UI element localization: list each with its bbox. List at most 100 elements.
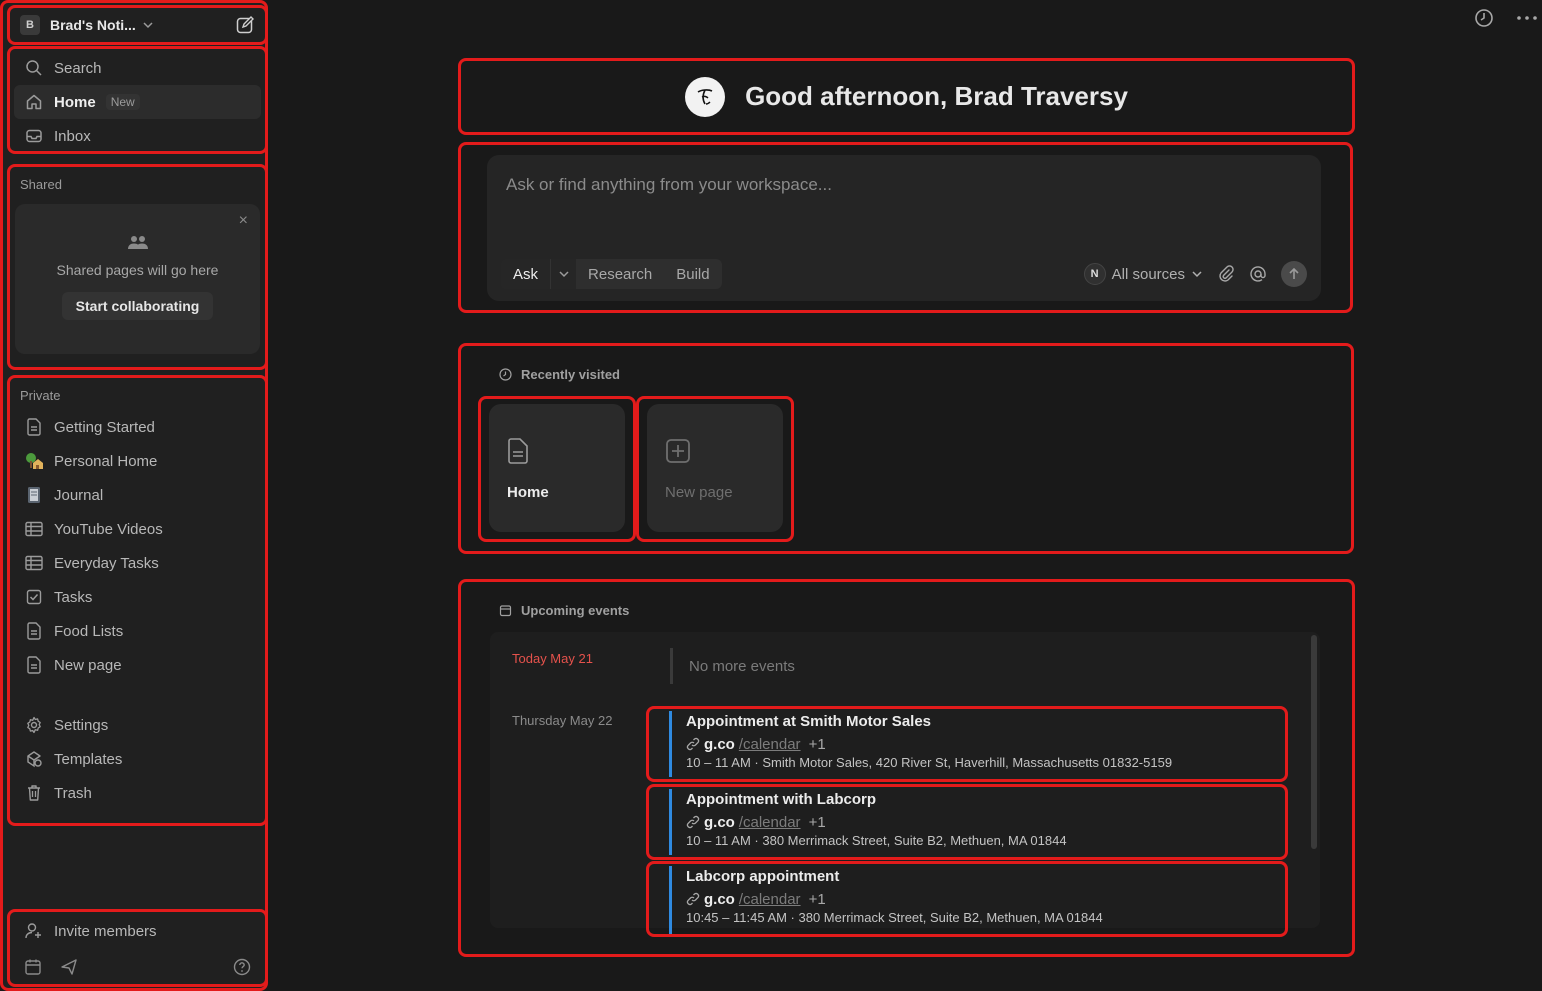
mode-build-button[interactable]: Build	[664, 259, 721, 289]
nav-home-label: Home	[54, 93, 96, 111]
mention-icon[interactable]	[1249, 265, 1267, 283]
help-icon[interactable]	[233, 958, 251, 976]
page-food-lists[interactable]: Food Lists	[14, 614, 261, 648]
page-label: Food Lists	[54, 622, 124, 640]
chevron-down-icon	[142, 19, 154, 31]
event-link-domain: g.co	[704, 735, 735, 753]
table-icon	[24, 519, 44, 539]
workspace-name: Brad's Noti...	[50, 17, 136, 33]
shared-empty-card: × Shared pages will go here Start collab…	[15, 204, 260, 354]
workspace-switcher[interactable]: B Brad's Noti...	[7, 5, 268, 45]
clock-icon	[499, 368, 512, 381]
close-icon[interactable]: ×	[239, 212, 248, 230]
link-icon	[686, 737, 700, 751]
send-icon[interactable]	[60, 958, 78, 976]
event-meta: 10 – 11 AM · Smith Motor Sales, 420 Rive…	[686, 755, 1173, 770]
greeting-text: Good afternoon, Brad Traversy	[745, 81, 1128, 111]
link-icon	[686, 892, 700, 906]
attachment-icon[interactable]	[1217, 265, 1235, 283]
event-item-outline: Appointment with Labcorp g.co/calendar +…	[646, 784, 1288, 860]
templates-icon	[24, 749, 44, 769]
chevron-down-icon[interactable]	[550, 259, 577, 289]
invite-members-button[interactable]: Invite members	[14, 914, 261, 948]
table-icon	[24, 553, 44, 573]
sidebar: B Brad's Noti... Search Home New Inbox S…	[0, 0, 268, 991]
send-arrow-icon[interactable]	[1281, 261, 1307, 287]
nav-settings[interactable]: Settings	[14, 708, 261, 742]
event-item-outline: Appointment at Smith Motor Sales g.co/ca…	[646, 706, 1288, 782]
shared-heading: Shared	[20, 177, 62, 192]
templates-label: Templates	[54, 750, 123, 768]
event-item[interactable]: Appointment at Smith Motor Sales g.co/ca…	[669, 711, 1283, 777]
event-link-domain: g.co	[704, 890, 735, 908]
event-link-extra: +1	[808, 890, 826, 908]
page-journal[interactable]: Journal	[14, 478, 261, 512]
notion-face-logo-icon	[685, 76, 726, 117]
page-everyday-tasks[interactable]: Everyday Tasks	[14, 546, 261, 580]
event-link-path: /calendar	[738, 813, 801, 831]
nav-trash[interactable]: Trash	[14, 776, 261, 810]
page-icon	[24, 621, 44, 641]
tile-label: Home	[507, 484, 549, 501]
event-link[interactable]: g.co/calendar +1	[686, 811, 1283, 833]
today-date-label: Today May 21	[512, 651, 593, 666]
nav-search[interactable]: Search	[14, 51, 261, 85]
event-title: Appointment at Smith Motor Sales	[686, 713, 932, 730]
mode-research-button[interactable]: Research	[576, 259, 664, 289]
top-right-actions	[1474, 8, 1538, 28]
tile-label: New page	[665, 484, 733, 501]
more-options-icon[interactable]	[1516, 8, 1538, 28]
nav-home[interactable]: Home New	[14, 85, 261, 119]
page-label: Personal Home	[54, 452, 158, 470]
notion-app: B Brad's Noti... Search Home New Inbox S…	[0, 0, 1542, 991]
recent-tile-home-outline: Home	[478, 396, 636, 542]
recent-tile-new-page[interactable]: New page	[647, 404, 783, 532]
recent-tile-home[interactable]: Home	[489, 404, 625, 532]
trash-icon	[24, 783, 44, 803]
nav-inbox-label: Inbox	[54, 127, 91, 145]
page-tasks[interactable]: Tasks	[14, 580, 261, 614]
event-item-outline: Labcorp appointment g.co/calendar +1 10:…	[646, 861, 1288, 937]
page-icon	[507, 438, 529, 467]
event-meta: 10 – 11 AM · 380 Merrimack Street, Suite…	[686, 833, 1067, 848]
new-page-edit-icon[interactable]	[235, 15, 255, 35]
start-collaborating-button[interactable]: Start collaborating	[61, 292, 214, 320]
person-plus-icon	[24, 921, 44, 941]
all-sources-label: All sources	[1111, 265, 1185, 283]
event-item[interactable]: Appointment with Labcorp g.co/calendar +…	[669, 789, 1283, 855]
primary-nav: Search Home New Inbox	[7, 46, 268, 154]
recently-visited-title: Recently visited	[521, 367, 620, 382]
clock-history-icon[interactable]	[1474, 8, 1494, 28]
event-meta: 10:45 – 11:45 AM · 380 Merrimack Street,…	[686, 910, 1103, 925]
scrollbar[interactable]	[1311, 635, 1317, 849]
all-sources-dropdown[interactable]: N All sources	[1083, 263, 1203, 285]
notebook-emoji-icon	[24, 485, 44, 505]
page-getting-started[interactable]: Getting Started	[14, 410, 261, 444]
calendar-icon[interactable]	[24, 958, 42, 976]
page-youtube-videos[interactable]: YouTube Videos	[14, 512, 261, 546]
page-personal-home[interactable]: Personal Home	[14, 444, 261, 478]
page-icon	[24, 417, 44, 437]
settings-label: Settings	[54, 716, 109, 734]
page-label: Getting Started	[54, 418, 155, 436]
checkbox-icon	[24, 587, 44, 607]
page-label: Journal	[54, 486, 104, 504]
event-item[interactable]: Labcorp appointment g.co/calendar +1 10:…	[669, 866, 1283, 934]
event-link-extra: +1	[808, 813, 826, 831]
ask-input-card[interactable]: Ask or find anything from your workspace…	[487, 155, 1321, 301]
event-title: Labcorp appointment	[686, 868, 840, 885]
ask-actions: N All sources	[1083, 261, 1307, 287]
nav-inbox[interactable]: Inbox	[14, 119, 261, 153]
private-section: Private Getting Started Personal Home Jo…	[7, 375, 268, 826]
upcoming-events-title: Upcoming events	[521, 603, 630, 618]
nav-templates[interactable]: Templates	[14, 742, 261, 776]
event-link[interactable]: g.co/calendar +1	[686, 733, 1283, 755]
event-link[interactable]: g.co/calendar +1	[686, 888, 1283, 910]
new-badge: New	[105, 94, 140, 110]
ask-input[interactable]: Ask or find anything from your workspace…	[506, 175, 832, 195]
page-new-page[interactable]: New page	[14, 648, 261, 682]
home-icon	[24, 92, 44, 112]
mode-ask-button[interactable]: Ask	[501, 259, 551, 289]
shared-empty-text: Shared pages will go here	[56, 262, 219, 278]
shared-section: Shared × Shared pages will go here Start…	[7, 164, 268, 370]
